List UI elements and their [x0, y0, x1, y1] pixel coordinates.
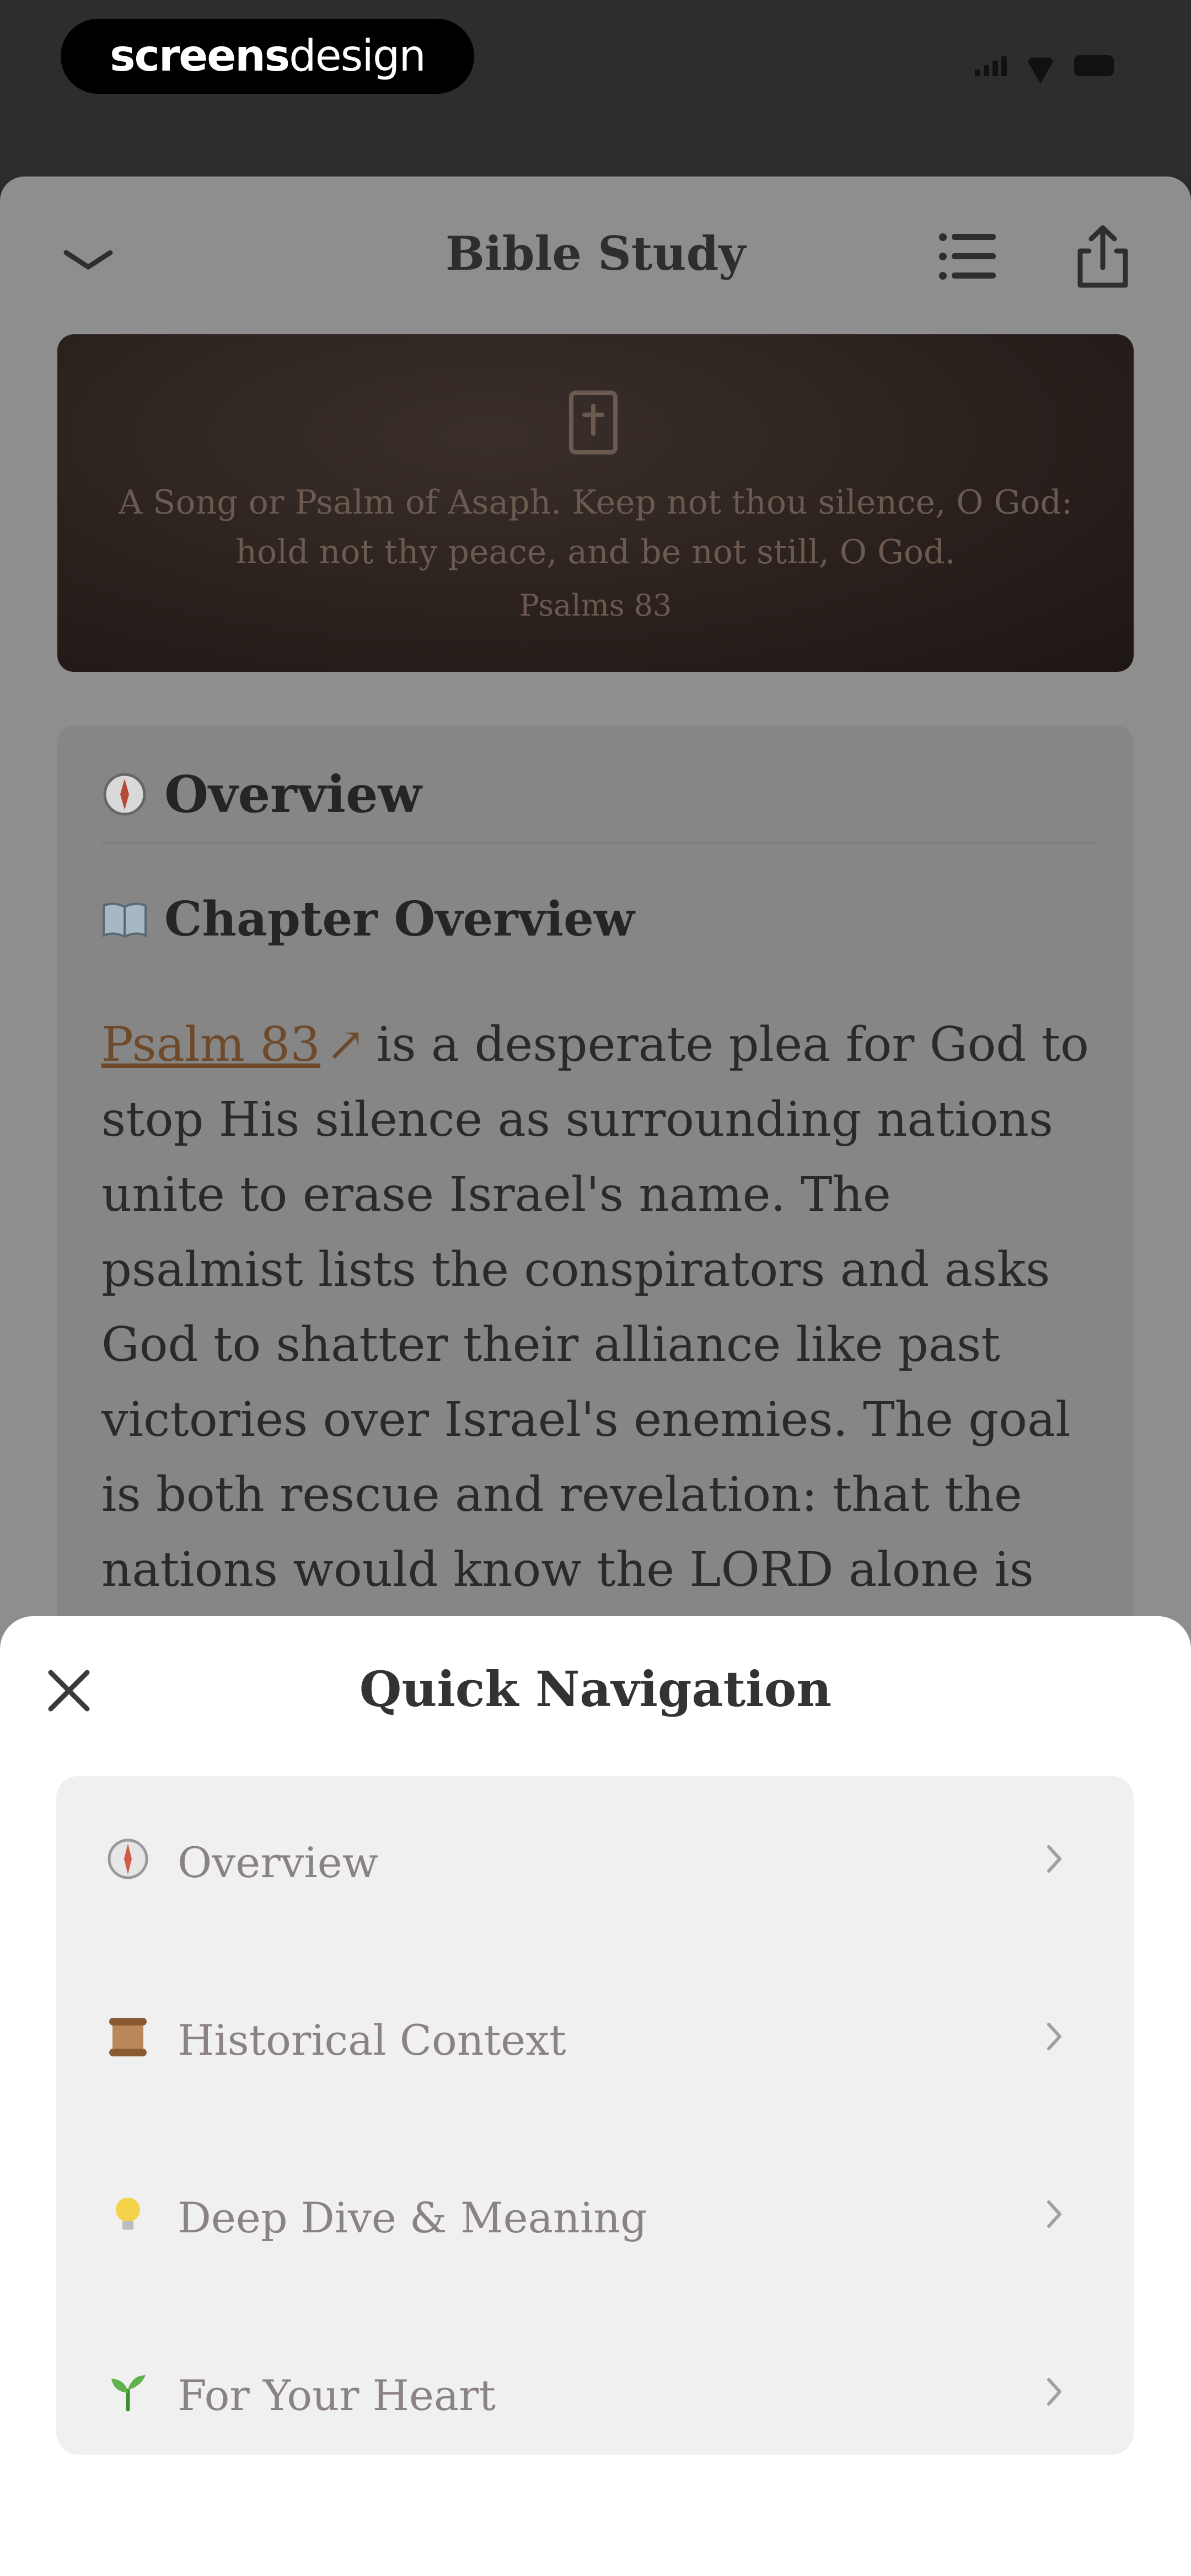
external-link-icon[interactable]: ↗: [326, 1017, 366, 1072]
open-book-icon: [103, 902, 147, 938]
nav-item-label: Deep Dive & Meaning: [178, 2193, 647, 2242]
chapter-overview-heading: Chapter Overview: [101, 891, 635, 947]
chevron-right-icon: [1047, 2200, 1061, 2228]
chevron-right-icon: [1047, 1845, 1061, 1873]
scripture-link[interactable]: Psalm 83: [101, 1017, 320, 1072]
chevron-right-icon: [1047, 2378, 1061, 2406]
compass-icon: [108, 1839, 148, 1879]
compass-icon: [103, 773, 146, 816]
share-icon: [1077, 225, 1128, 288]
nav-item-label: For Your Heart: [178, 2371, 496, 2420]
brand-watermark: screens design: [61, 19, 474, 94]
table-of-contents-button[interactable]: [937, 226, 998, 287]
page-title: Bible Study: [445, 226, 746, 281]
nav-item-label: Historical Context: [178, 2016, 566, 2065]
status-icons: [975, 54, 1114, 76]
overview-body-text: is a desperate plea for God to stop His …: [101, 1017, 1089, 1672]
divider: [101, 842, 1094, 843]
lightbulb-icon: [116, 2198, 140, 2230]
signal-icon: [975, 56, 1007, 76]
battery-icon: [1074, 55, 1114, 76]
chapter-overview-heading-text: Chapter Overview: [164, 891, 635, 947]
status-bar: screens design: [0, 0, 1191, 177]
navigation-list: Overview Historical Context Deep Dive & …: [56, 1776, 1134, 2455]
list-icon: [939, 233, 996, 280]
verse-banner: A Song or Psalm of Asaph. Keep not thou …: [57, 334, 1134, 672]
chapter-overview-body: Psalm 83 ↗ is a desperate plea for God to …: [101, 1007, 1094, 1682]
wifi-icon: [1026, 54, 1055, 76]
brand-light-text: design: [289, 31, 426, 81]
chevron-right-icon: [1047, 2023, 1061, 2050]
nav-item-historical-context[interactable]: Historical Context: [56, 1954, 1134, 2119]
seedling-icon: [111, 2375, 146, 2412]
modal-title: Quick Navigation: [359, 1660, 832, 1718]
bible-icon: [569, 391, 618, 455]
overview-heading: Overview: [101, 765, 422, 824]
top-bar: Bible Study: [0, 177, 1191, 336]
nav-item-for-your-heart[interactable]: For Your Heart: [56, 2309, 1134, 2475]
scroll-icon: [109, 2018, 147, 2056]
overview-heading-text: Overview: [164, 765, 422, 824]
verse-reference: Psalms 83: [519, 588, 672, 623]
nav-item-label: Overview: [178, 1838, 378, 1887]
nav-item-deep-dive[interactable]: Deep Dive & Meaning: [56, 2131, 1134, 2297]
brand-bold-text: screens: [110, 31, 290, 81]
quick-navigation-modal: Quick Navigation Overview Historical Con…: [0, 1616, 1191, 2576]
nav-item-overview[interactable]: Overview: [56, 1776, 1134, 1942]
verse-quote: A Song or Psalm of Asaph. Keep not thou …: [118, 483, 1073, 571]
share-button[interactable]: [1072, 223, 1133, 290]
